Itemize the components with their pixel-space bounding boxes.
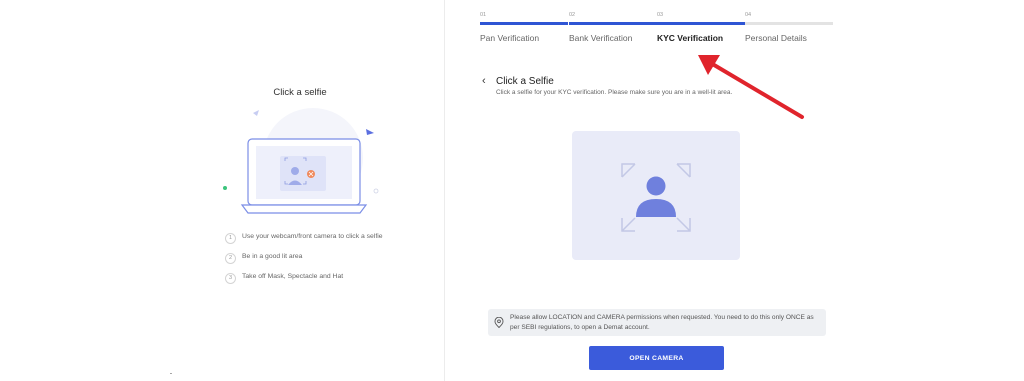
notice-text: Please allow LOCATION and CAMERA permiss… (510, 314, 814, 331)
selfie-placeholder (572, 131, 740, 260)
instruction-item: 1 Use your webcam/front camera to click … (225, 232, 385, 244)
stepper-step-kyc[interactable]: 03 KYC Verification (657, 12, 745, 43)
section-title: Click a Selfie (496, 75, 554, 87)
instruction-item: 2 Be in a good lit area (225, 252, 385, 264)
cursor-mark: ˇ (170, 374, 172, 380)
stepper-progress-bar (480, 22, 568, 25)
stepper-step-label: Bank Verification (569, 33, 633, 43)
face-frame-icon (621, 163, 691, 232)
pane-divider (444, 0, 445, 381)
annotation-arrow-icon (698, 55, 804, 119)
stepper-step-personal[interactable]: 04 Personal Details (745, 12, 833, 43)
stepper-progress-bar (569, 22, 657, 25)
stepper-step-number: 03 (657, 12, 664, 18)
section-subtitle: Click a selfie for your KYC verification… (496, 89, 733, 96)
stepper-step-label: Pan Verification (480, 33, 540, 43)
permission-notice: Please allow LOCATION and CAMERA permiss… (488, 309, 826, 336)
stepper-step-label: Personal Details (745, 33, 807, 43)
stepper-step-number: 04 (745, 12, 752, 18)
instruction-text: Be in a good lit area (242, 253, 303, 260)
stepper-step-pan[interactable]: 01 Pan Verification (480, 12, 568, 43)
stepper-step-number: 01 (480, 12, 487, 18)
stepper-progress-bar (745, 22, 833, 25)
instruction-item: 3 Take off Mask, Spectacle and Hat (225, 272, 385, 284)
section-header: ‹ Click a Selfie (482, 75, 554, 87)
instruction-number: 3 (225, 273, 236, 284)
stepper-progress-bar (657, 22, 745, 25)
left-info-panel: Click a selfie 1 Use your webcam/front c… (0, 0, 444, 381)
left-panel-title: Click a selfie (273, 87, 327, 98)
instruction-number: 1 (225, 233, 236, 244)
instruction-number: 2 (225, 253, 236, 264)
stepper-step-number: 02 (569, 12, 576, 18)
open-camera-button[interactable]: OPEN CAMERA (589, 346, 724, 370)
instruction-list: 1 Use your webcam/front camera to click … (225, 232, 385, 292)
laptop-selfie-illustration (223, 108, 379, 214)
instruction-text: Take off Mask, Spectacle and Hat (242, 273, 344, 280)
instruction-text: Use your webcam/front camera to click a … (242, 233, 383, 240)
location-pin-icon (494, 317, 504, 328)
stepper-step-bank[interactable]: 02 Bank Verification (569, 12, 657, 43)
chevron-left-icon[interactable]: ‹ (482, 75, 492, 87)
stepper-step-label: KYC Verification (657, 33, 724, 43)
